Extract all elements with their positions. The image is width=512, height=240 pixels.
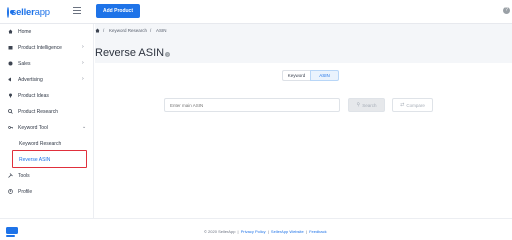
sidebar-item-product-research[interactable]: Product Research — [0, 104, 94, 119]
footer-text: © 2020 SellerApp | Privacy Policy | Sell… — [204, 229, 327, 234]
info-icon[interactable]: ? — [165, 52, 170, 57]
sidebar-item-label: Advertising — [18, 77, 43, 83]
profile-icon — [8, 189, 13, 194]
footer: © 2020 SellerApp | Privacy Policy | Sell… — [0, 218, 512, 240]
sellerapp-logo[interactable]: sellerapp — [7, 5, 50, 19]
privacy-policy-link[interactable]: Privacy Policy — [241, 229, 266, 234]
mode-tabs: Keyword ASIN — [282, 70, 339, 81]
sidebar-item-keyword-tool[interactable]: Keyword Tool ⌄ — [0, 120, 94, 135]
footer-separator: | — [267, 229, 269, 234]
asin-input[interactable] — [164, 98, 340, 112]
home-icon — [8, 29, 13, 34]
box-icon — [8, 46, 13, 50]
search-icon — [8, 109, 13, 114]
top-bar: sellerapp Add Product ? — [0, 0, 512, 24]
sidebar-item-label: Tools — [18, 173, 30, 179]
feedback-link[interactable]: Feedback — [309, 229, 327, 234]
breadcrumb: / Keyword Research / ASIN — [95, 24, 512, 38]
sellerapp-website-link[interactable]: SellerApp Website — [271, 229, 304, 234]
sidebar-item-product-intelligence[interactable]: Product Intelligence › — [0, 40, 94, 55]
search-icon: ⚲ — [356, 102, 361, 108]
tab-asin[interactable]: ASIN — [310, 70, 339, 81]
search-button[interactable]: ⚲ Search — [348, 98, 385, 112]
hamburger-menu-icon[interactable] — [73, 7, 81, 16]
tools-icon — [8, 173, 13, 178]
search-button-label: Search — [362, 102, 377, 108]
breadcrumb-separator: / — [150, 28, 152, 33]
logo-text-seller: seller — [11, 6, 35, 18]
chevron-right-icon: › — [82, 76, 84, 82]
breadcrumb-keyword-research[interactable]: Keyword Research — [109, 28, 147, 33]
home-icon[interactable] — [95, 28, 100, 33]
logo-text-app: app — [34, 6, 50, 18]
sidebar-item-advertising[interactable]: Advertising › — [0, 72, 94, 87]
advertising-icon — [8, 77, 11, 82]
logo-icon — [7, 6, 14, 18]
footer-copyright: © 2020 SellerApp — [204, 229, 236, 234]
help-icon[interactable]: ? — [503, 7, 510, 14]
sidebar-item-label: Profile — [18, 189, 33, 195]
sidebar-item-label: Product Ideas — [18, 93, 49, 99]
sidebar-item-keyword-research[interactable]: Keyword Research — [0, 136, 94, 151]
breadcrumb-asin: ASIN — [156, 28, 167, 33]
sidebar-item-label: Home — [18, 29, 32, 35]
sidebar-item-sales[interactable]: Sales › — [0, 56, 94, 71]
sidebar-item-label: Sales — [18, 61, 31, 67]
compare-button[interactable]: ⇄ Compare — [392, 98, 433, 112]
page-title: Reverse ASIN — [95, 47, 165, 59]
sidebar-item-label: Product Intelligence — [18, 45, 62, 51]
sidebar-item-product-ideas[interactable]: Product Ideas — [0, 88, 94, 103]
compare-icon: ⇄ — [400, 102, 405, 108]
chevron-down-icon: ⌄ — [82, 124, 87, 130]
main-content: / Keyword Research / ASIN Reverse ASIN ?… — [95, 24, 512, 218]
sidebar-item-profile[interactable]: Profile — [0, 184, 94, 199]
sidebar-item-reverse-asin[interactable]: Reverse ASIN — [12, 150, 87, 168]
chat-widget-icon[interactable] — [6, 227, 18, 237]
footer-separator: | — [305, 229, 307, 234]
sidebar: Home Product Intelligence › Sales › Adve… — [0, 24, 94, 218]
chevron-right-icon: › — [82, 44, 84, 50]
chevron-right-icon: › — [82, 60, 84, 66]
sidebar-item-tools[interactable]: Tools — [0, 168, 94, 183]
sidebar-item-label: Keyword Tool — [18, 125, 48, 131]
sales-icon — [8, 61, 13, 66]
breadcrumb-separator: / — [103, 28, 105, 33]
key-icon — [8, 126, 13, 129]
sidebar-item-label: Keyword Research — [19, 141, 62, 147]
sidebar-item-home[interactable]: Home — [0, 24, 94, 39]
compare-button-label: Compare — [406, 102, 425, 108]
bulb-icon — [9, 93, 12, 98]
sidebar-item-label: Product Research — [18, 109, 59, 115]
footer-separator: | — [237, 229, 239, 234]
sidebar-item-label: Reverse ASIN — [19, 157, 51, 163]
add-product-button[interactable]: Add Product — [96, 4, 140, 18]
tab-keyword[interactable]: Keyword — [282, 70, 310, 81]
title-bar: Reverse ASIN ? — [95, 38, 512, 63]
